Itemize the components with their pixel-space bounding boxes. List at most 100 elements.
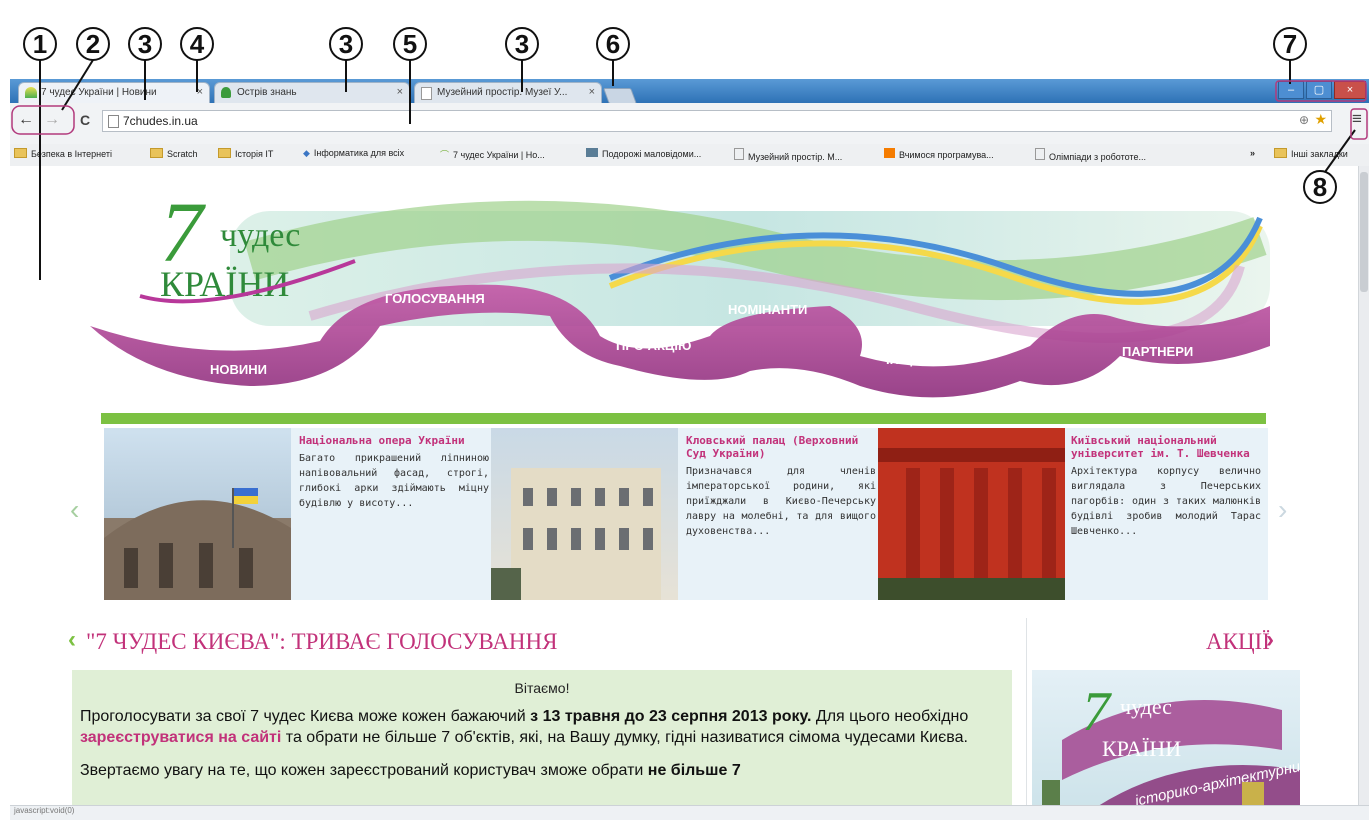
callout-7: 7 <box>1273 27 1307 61</box>
card-text: Багато прикрашений ліпниною напівовальни… <box>299 453 489 509</box>
status-bar: javascript:void(0) <box>10 805 1369 820</box>
vote-paragraph-2: Звертаємо увагу на те, що кожен зареєстр… <box>80 762 741 779</box>
green-divider <box>101 413 1266 424</box>
nav-voting[interactable]: ГОЛОСУВАННЯ <box>385 291 485 306</box>
callout-5: 5 <box>393 27 427 61</box>
column-divider <box>1026 618 1027 806</box>
bookmarks-overflow-button[interactable]: » <box>1250 148 1255 158</box>
bookmark-item[interactable]: Історія IT <box>218 148 273 159</box>
aside-promo-image[interactable]: 7 чудес КРАЇНИ історико-архітектурних <box>1032 670 1310 806</box>
new-tab-button[interactable] <box>603 88 637 104</box>
klovsky-photo[interactable] <box>491 428 678 600</box>
callout-3c: 3 <box>505 27 539 61</box>
opera-photo[interactable] <box>104 428 291 600</box>
nav-news[interactable]: НОВИНИ <box>210 362 267 377</box>
restore-button[interactable]: ▢ <box>1306 81 1332 99</box>
vertical-scrollbar[interactable] <box>1358 166 1369 806</box>
tab-ostriv-znan[interactable]: Острів знань × <box>214 82 410 103</box>
address-bar[interactable]: 7chudes.in.ua ⊕ ★ <box>102 110 1332 132</box>
folder-icon <box>14 148 27 158</box>
scrollbar-thumb[interactable] <box>1360 172 1368 292</box>
minimize-button[interactable]: – <box>1278 81 1304 99</box>
opera-building-image <box>104 488 291 600</box>
card-title: Кловський палац (Верховний Суд України) <box>686 434 859 460</box>
university-photo[interactable] <box>878 428 1065 600</box>
klovsky-palace-image <box>491 468 661 600</box>
tab-title: 7 чудес України | Новини <box>41 87 157 98</box>
palm-tree-favicon-icon <box>221 87 231 98</box>
folder-icon <box>1274 148 1287 158</box>
page-icon <box>1035 148 1045 160</box>
card-title: Київський національний університет ім. Т… <box>1071 434 1250 460</box>
bookmark-item[interactable]: ◆ Інформатика для всіх <box>303 148 404 159</box>
callout-8: 8 <box>1303 170 1337 204</box>
bookmark-item[interactable]: ⌒ 7 чудес України | Но... <box>440 148 545 161</box>
nav-nominees[interactable]: НОМІНАНТИ <box>728 302 807 317</box>
browser-toolbar: ← → C 7chudes.in.ua ⊕ ★ ≡ <box>10 103 1369 146</box>
aside-title: АКЦІЇ <box>1206 629 1270 654</box>
card-title: Національна опера України <box>299 434 465 447</box>
page-icon <box>108 115 119 128</box>
page-favicon-icon <box>421 87 432 100</box>
tab-7chudes[interactable]: 7 чудес України | Новини × <box>18 82 210 103</box>
section-title: "7 ЧУДЕС КИЄВА": ТРИВАЄ ГОЛОСУВАННЯ <box>86 629 558 654</box>
bookmark-item[interactable]: Подорожі маловідоми... <box>586 148 701 159</box>
close-window-button[interactable]: × <box>1334 81 1366 99</box>
vote-info-box: Вітаємо! Проголосувати за свої 7 чудес К… <box>72 670 1012 806</box>
bookmark-star-icon[interactable]: ★ <box>1314 111 1327 128</box>
tab-title: Острів знань <box>237 87 297 98</box>
register-link[interactable]: зареєструватися на сайті <box>80 729 281 746</box>
nav-initiator[interactable]: ІНІЦІАТОР <box>886 352 951 367</box>
card-text: Архітектура корпусу велично виглядала з … <box>1071 466 1261 537</box>
card-university[interactable]: Київський національний університет ім. Т… <box>1071 434 1261 539</box>
bookmark-item[interactable]: Вчимося програмува... <box>884 148 994 160</box>
aside-next-arrow-icon[interactable]: › <box>1266 626 1274 654</box>
greeting: Вітаємо! <box>514 680 570 696</box>
folder-icon <box>150 148 163 158</box>
folder-icon <box>218 148 231 158</box>
menu-icon[interactable]: ≡ <box>1352 109 1362 129</box>
aside-logo-word-1: чудес <box>1120 694 1172 719</box>
photo-icon <box>586 148 598 157</box>
page-content: 7 чудес КРАЇНИ НОВИНИ ГОЛОСУВАННЯ ПРО АК… <box>10 166 1360 806</box>
bookmark-item[interactable]: Scratch <box>150 148 198 159</box>
tab-strip: 7 чудес України | Новини × Острів знань … <box>10 79 1369 104</box>
diamond-icon: ◆ <box>303 148 310 158</box>
blogger-icon <box>884 148 895 158</box>
tab-close-icon[interactable]: × <box>589 86 595 98</box>
back-arrow-icon[interactable]: ← <box>18 111 34 129</box>
card-opera[interactable]: Національна опера України Багато прикраш… <box>299 434 489 511</box>
rainbow-favicon-icon <box>25 87 37 98</box>
slider-next-arrow-icon[interactable]: › <box>1278 494 1287 526</box>
vote-paragraph-1: Проголосувати за свої 7 чудес Києва може… <box>80 708 969 746</box>
bookmark-item[interactable]: Безпека в Інтернеті <box>14 148 112 159</box>
callout-3b: 3 <box>329 27 363 61</box>
slider-prev-arrow-icon[interactable]: ‹ <box>70 494 79 526</box>
aside-logo-word-2: КРАЇНИ <box>1102 736 1181 761</box>
card-klovsky[interactable]: Кловський палац (Верховний Суд України) … <box>686 434 876 539</box>
callout-4: 4 <box>180 27 214 61</box>
tab-muzeinyi-prostir[interactable]: Музейний простір. Музеї У... × <box>414 82 602 103</box>
forward-arrow-icon[interactable]: → <box>44 111 60 129</box>
section-prev-arrow-icon[interactable]: ‹ <box>68 626 76 654</box>
callout-2: 2 <box>76 27 110 61</box>
tab-title: Музейний простір. Музеї У... <box>437 87 568 98</box>
callout-6: 6 <box>596 27 630 61</box>
university-building-image <box>878 428 1065 600</box>
tab-close-icon[interactable]: × <box>397 86 403 98</box>
zoom-icon[interactable]: ⊕ <box>1299 113 1309 127</box>
bookmark-item[interactable]: Музейний простір. М... <box>734 148 842 162</box>
logo-word-1: чудес <box>220 217 300 254</box>
reload-icon[interactable]: C <box>80 112 90 128</box>
bookmark-item[interactable]: Олімпіади з робототе... <box>1035 148 1146 162</box>
page-icon <box>734 148 744 160</box>
aside-logo-graphic: 7 чудес КРАЇНИ історико-архітектурних <box>1042 681 1310 806</box>
nav-partners[interactable]: ПАРТНЕРИ <box>1122 344 1193 359</box>
other-bookmarks-folder[interactable]: Інші закладки <box>1274 148 1348 159</box>
callout-1: 1 <box>23 27 57 61</box>
tab-close-icon[interactable]: × <box>197 86 203 98</box>
callout-3a: 3 <box>128 27 162 61</box>
svg-text:7: 7 <box>1082 681 1112 743</box>
bookmarks-bar: Безпека в Інтернеті Scratch Історія IT ◆… <box>10 144 1369 167</box>
nav-about[interactable]: ПРО АКЦІЮ <box>616 338 691 353</box>
